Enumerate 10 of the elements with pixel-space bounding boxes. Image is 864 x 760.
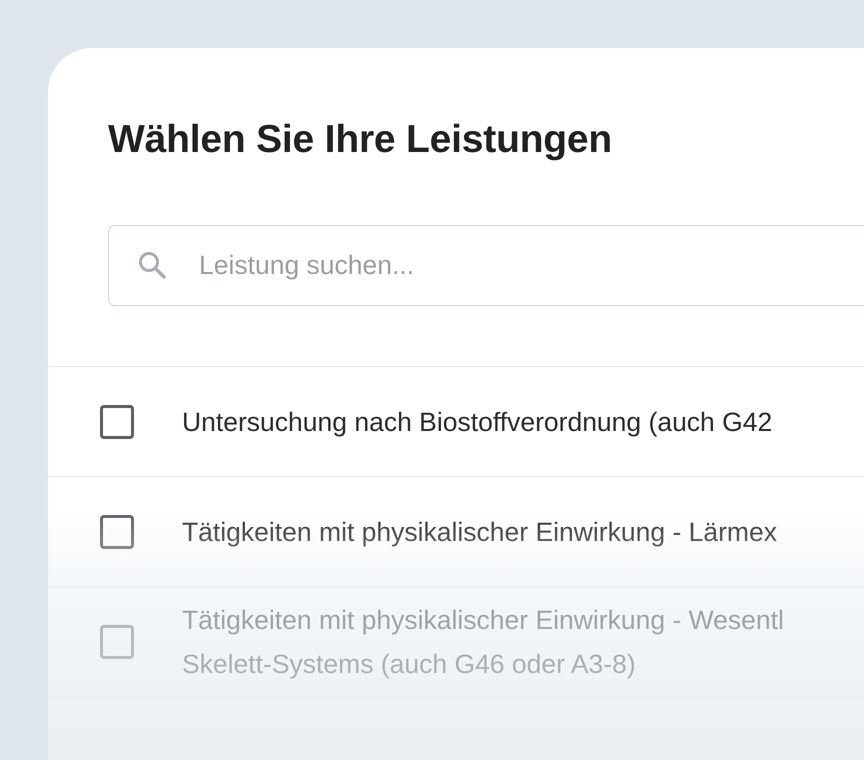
search-field[interactable]: Leistung suchen...	[108, 225, 864, 306]
checkbox[interactable]	[100, 404, 134, 438]
service-label: Tätigkeiten mit physikalischer Einwirkung - Lärmex	[182, 516, 777, 548]
service-label: Tätigkeiten mit physikalischer Einwirkung - Wesentl	[182, 604, 784, 636]
service-label: Untersuchung nach Biostoffverordnung (auch G42	[182, 406, 772, 438]
service-label: Skelett-Systems (auch G46 oder A3-8)	[182, 648, 637, 680]
page-title: Wählen Sie Ihre Leistungen	[107, 117, 614, 162]
checkbox[interactable]	[100, 624, 134, 658]
search-icon	[137, 250, 167, 280]
checkbox[interactable]	[100, 514, 134, 548]
